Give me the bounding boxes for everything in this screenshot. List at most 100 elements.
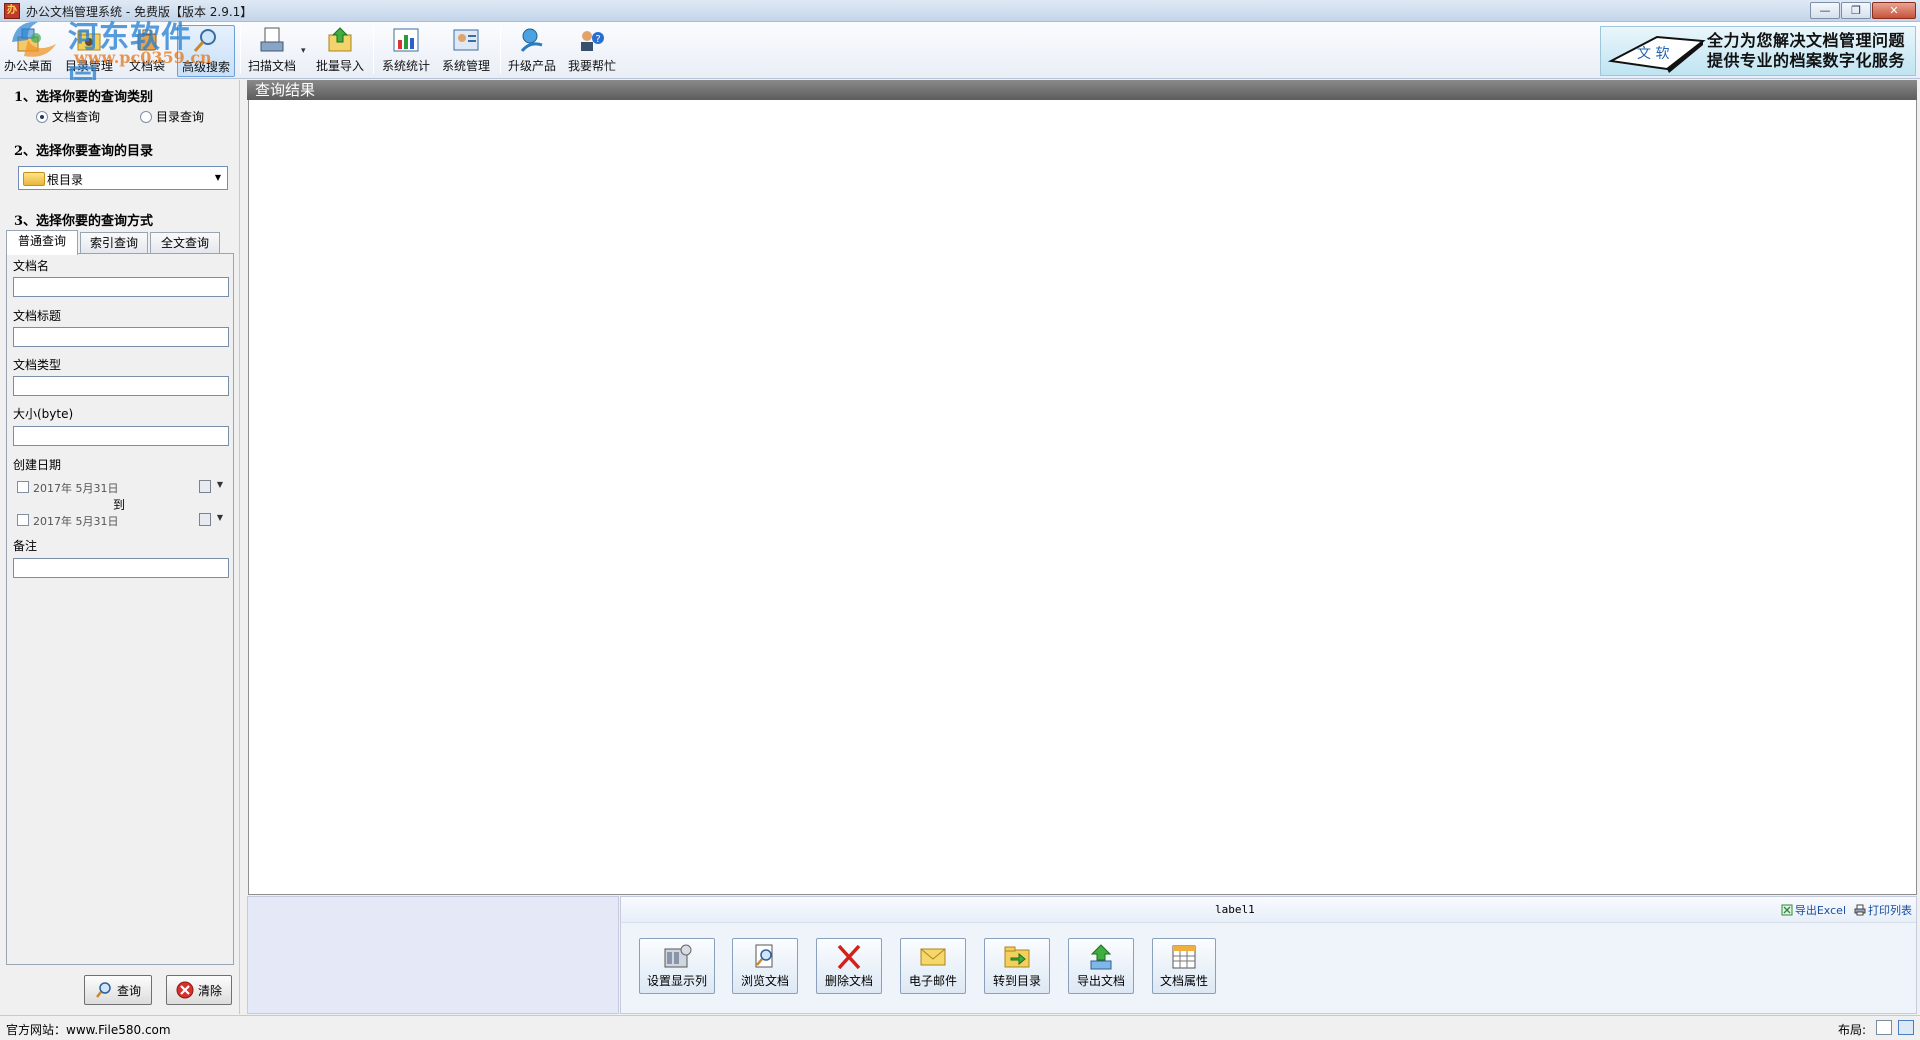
bottom-left-panel xyxy=(247,896,619,1014)
layout-detail-icon[interactable] xyxy=(1898,1020,1914,1035)
banner-line2: 提供专业的档案数字化服务 xyxy=(1707,51,1906,70)
email-button[interactable]: 电子邮件 xyxy=(900,938,966,994)
action-panel: label1 导出Excel 打印列表 设置显示列 浏览文档 删除文档 电子邮件… xyxy=(620,896,1917,1014)
close-button[interactable]: ✕ xyxy=(1872,2,1916,19)
toolbar-desk-button[interactable]: 办公桌面 xyxy=(2,25,54,77)
set-columns-label: 设置显示列 xyxy=(646,974,707,988)
browse-document-button[interactable]: 浏览文档 xyxy=(732,938,798,994)
system-admin-icon xyxy=(453,29,479,51)
columns-icon xyxy=(664,944,692,968)
desk-icon xyxy=(17,28,39,52)
toolbar-advanced-search-label: 高级搜索 xyxy=(181,60,230,74)
date-to-checkbox[interactable] xyxy=(17,514,29,526)
export-document-button[interactable]: 导出文档 xyxy=(1068,938,1134,994)
directory-select-value: 根目录 xyxy=(47,173,84,187)
calendar-icon[interactable] xyxy=(199,513,211,526)
directory-icon xyxy=(77,30,101,51)
delete-document-label: 删除文档 xyxy=(824,974,873,988)
chevron-down-icon[interactable]: ▼ xyxy=(211,170,225,186)
clear-button-label: 清除 xyxy=(197,983,222,998)
calendar-icon[interactable] xyxy=(199,480,211,493)
toolbar-batch-import-label: 批量导入 xyxy=(315,59,364,73)
print-list-link[interactable]: 打印列表 xyxy=(1854,902,1912,918)
doc-title-label: 文档标题 xyxy=(13,309,62,323)
toolbar-batch-import-button[interactable]: 批量导入 xyxy=(312,25,368,77)
doc-title-input[interactable] xyxy=(13,327,229,347)
set-columns-button[interactable]: 设置显示列 xyxy=(639,938,715,994)
results-grid[interactable] xyxy=(248,100,1917,895)
date-from-picker[interactable]: 2017年 5月31日 ▼ xyxy=(13,477,229,497)
toolbar-statistics-button[interactable]: 系统统计 xyxy=(378,25,434,77)
layout-list-icon[interactable] xyxy=(1876,1020,1892,1035)
email-label: 电子邮件 xyxy=(908,974,957,988)
clear-icon xyxy=(176,981,194,999)
restore-button[interactable]: ❐ xyxy=(1841,2,1871,19)
chevron-down-icon[interactable]: ▼ xyxy=(217,513,223,522)
promo-banner: 文 软 全力为您解决文档管理问题 提供专业的档案数字化服务 xyxy=(1600,26,1916,76)
scan-dropdown-arrow-icon[interactable]: ▾ xyxy=(301,46,306,56)
svg-text:?: ? xyxy=(595,34,600,45)
size-input[interactable] xyxy=(13,426,229,446)
delete-icon xyxy=(837,944,861,970)
radio-doc-query[interactable]: 文档查询 xyxy=(36,108,100,125)
tab-fulltext-query[interactable]: 全文查询 xyxy=(150,232,220,254)
toolbar-document-bag-button[interactable]: 文档袋 xyxy=(122,25,172,77)
properties-icon xyxy=(1172,945,1196,969)
browse-icon xyxy=(755,944,773,968)
tab-index-query[interactable]: 索引查询 xyxy=(80,232,148,254)
query-button[interactable]: 查询 xyxy=(84,975,152,1005)
browse-document-label: 浏览文档 xyxy=(740,974,789,988)
toolbar-directory-button[interactable]: 目录管理 xyxy=(62,25,116,77)
date-to-value: 2017年 5月31日 xyxy=(33,515,119,528)
date-from-checkbox[interactable] xyxy=(17,481,29,493)
directory-select[interactable]: 根目录 ▼ xyxy=(18,166,228,190)
batch-import-icon xyxy=(328,27,352,52)
label1-text: label1 xyxy=(1215,903,1255,916)
export-excel-link[interactable]: 导出Excel xyxy=(1781,902,1846,918)
toolbar-separator xyxy=(500,26,501,74)
toolbar-advanced-search-button[interactable]: 高级搜索 xyxy=(177,25,235,77)
radio-unselected-icon xyxy=(140,110,153,123)
upgrade-icon xyxy=(520,28,543,52)
goto-directory-button[interactable]: 转到目录 xyxy=(984,938,1050,994)
chevron-down-icon[interactable]: ▼ xyxy=(217,480,223,489)
tab-normal-query[interactable]: 普通查询 xyxy=(6,230,78,255)
excel-icon xyxy=(1781,904,1793,916)
doc-type-input[interactable] xyxy=(13,376,229,396)
folder-icon xyxy=(23,172,45,186)
banner-line1: 全力为您解决文档管理问题 xyxy=(1707,31,1906,50)
toolbar-system-admin-button[interactable]: 系统管理 xyxy=(438,25,494,77)
goto-directory-label: 转到目录 xyxy=(992,974,1041,988)
doc-name-input[interactable] xyxy=(13,277,229,297)
toolbar-help-button[interactable]: ? 我要帮忙 xyxy=(564,25,620,77)
toolbar-scan-button[interactable]: 扫描文档 xyxy=(244,25,300,77)
help-icon: ? xyxy=(581,31,604,51)
toolbar-system-admin-label: 系统管理 xyxy=(441,59,490,73)
step3-title: 3、选择你要的查询方式 xyxy=(14,214,154,229)
toolbar-upgrade-label: 升级产品 xyxy=(507,59,556,73)
export-icon xyxy=(1090,944,1112,970)
size-label: 大小(byte) xyxy=(13,407,74,421)
date-to-picker[interactable]: 2017年 5月31日 ▼ xyxy=(13,510,229,530)
minimize-button[interactable]: — xyxy=(1810,2,1840,19)
print-icon xyxy=(1854,904,1866,916)
query-panel: 1、选择你要的查询类别 文档查询 目录查询 2、选择你要查询的目录 根目录 ▼ … xyxy=(0,80,240,1014)
email-icon xyxy=(920,948,946,966)
export-document-label: 导出文档 xyxy=(1076,974,1125,988)
created-date-label: 创建日期 xyxy=(13,458,62,472)
advanced-search-icon xyxy=(193,29,216,52)
delete-document-button[interactable]: 删除文档 xyxy=(816,938,882,994)
window-title: 办公文档管理系统 - 免费版【版本 2.9.1】 xyxy=(26,5,253,19)
radio-dir-query[interactable]: 目录查询 xyxy=(140,108,204,125)
main-toolbar: 办公桌面 目录管理 文档袋 高级搜索 扫描文档 ▾ 批量导入 系统统计 系统管理… xyxy=(0,22,1920,79)
toolbar-help-label: 我要帮忙 xyxy=(567,59,616,73)
title-bar: 办 办公文档管理系统 - 免费版【版本 2.9.1】 — ❐ ✕ xyxy=(0,0,1920,22)
step2-title: 2、选择你要查询的目录 xyxy=(14,144,154,159)
document-properties-button[interactable]: 文档属性 xyxy=(1152,938,1216,994)
status-bar: 官方网站：www.File580.com 布局: xyxy=(0,1015,1920,1040)
query-button-label: 查询 xyxy=(116,983,141,998)
document-properties-label: 文档属性 xyxy=(1159,974,1208,988)
toolbar-upgrade-button[interactable]: 升级产品 xyxy=(504,25,560,77)
clear-button[interactable]: 清除 xyxy=(166,975,232,1005)
remark-input[interactable] xyxy=(13,558,229,578)
